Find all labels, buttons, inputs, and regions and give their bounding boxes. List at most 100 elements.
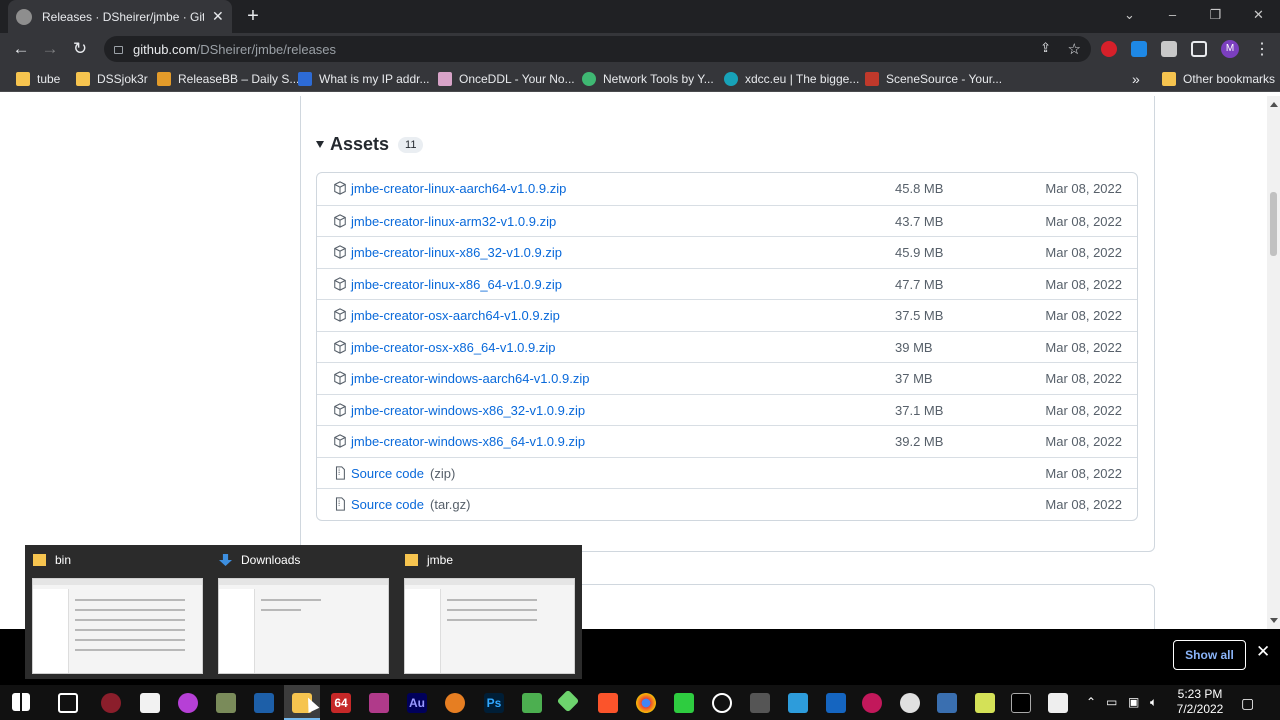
browser-tab[interactable]: Releases · DSheirer/jmbe · GitHub ✕ — [8, 0, 232, 33]
obs-icon[interactable] — [712, 693, 732, 713]
notifications-icon[interactable]: ▢ — [1241, 695, 1254, 712]
window-close-icon[interactable]: ✕ — [1237, 0, 1280, 33]
asset-date: Mar 08, 2022 — [1045, 245, 1122, 260]
package-icon — [334, 308, 346, 322]
minimize-icon[interactable]: – — [1151, 0, 1194, 33]
photoshop-icon[interactable]: Ps — [484, 693, 504, 713]
thumbnail-window[interactable]: Downloads — [211, 545, 391, 679]
assets-toggle[interactable]: Assets 11 — [316, 134, 424, 155]
bookmark-item[interactable]: SceneSource - Your... — [865, 70, 1002, 88]
app-icon[interactable] — [788, 693, 808, 713]
window-preview — [404, 578, 575, 674]
restore-icon[interactable]: ❐ — [1194, 0, 1237, 33]
powershell-icon[interactable] — [254, 693, 274, 713]
app-icon[interactable] — [937, 693, 957, 713]
app-icon[interactable] — [1048, 693, 1068, 713]
extensions-puzzle-icon[interactable] — [1161, 41, 1177, 57]
app-icon[interactable] — [140, 693, 160, 713]
asset-link[interactable]: jmbe-creator-windows-x86_32-v1.0.9.zip — [351, 403, 591, 418]
terminal-icon[interactable] — [1011, 693, 1031, 713]
releasebb-icon — [157, 72, 171, 86]
app-icon[interactable] — [445, 693, 465, 713]
show-all-button[interactable]: Show all — [1173, 640, 1246, 670]
thumbnail-title: jmbe — [427, 553, 454, 567]
url-text[interactable]: github.com/DSheirer/jmbe/releases — [133, 42, 336, 57]
task-view-icon[interactable] — [58, 693, 78, 713]
bookmark-item[interactable]: DSSjok3r — [76, 70, 148, 88]
address-bar[interactable]: github.com/DSheirer/jmbe/releases ⇪ ☆ — [104, 36, 1091, 62]
more-bookmarks-icon[interactable]: » — [1132, 70, 1140, 88]
scroll-up-arrow-icon[interactable] — [1270, 102, 1278, 107]
file-zip-icon — [335, 465, 345, 480]
menu-dots-icon[interactable]: ⋮ — [1254, 39, 1270, 59]
package-icon — [334, 245, 346, 259]
chrome-icon[interactable] — [636, 693, 656, 713]
scrollbar-thumb[interactable] — [1270, 192, 1277, 256]
bookmark-item[interactable]: xdcc.eu | The bigge... — [724, 70, 859, 88]
brave-icon[interactable] — [598, 693, 618, 713]
app-icon[interactable] — [900, 693, 920, 713]
tab-close-icon[interactable]: ✕ — [212, 8, 224, 25]
asset-size: 45.8 MB — [895, 181, 944, 196]
asset-size: 47.7 MB — [895, 276, 944, 292]
asset-link[interactable]: jmbe-creator-linux-x86_64-v1.0.9.zip — [351, 277, 568, 292]
thumbnail-window[interactable]: jmbe — [397, 545, 577, 679]
forward-arrow-icon[interactable]: → — [40, 39, 60, 59]
asset-link[interactable]: Source code (zip) — [351, 466, 455, 481]
share-icon[interactable]: ⇪ — [1040, 40, 1051, 56]
asset-date: Mar 08, 2022 — [1045, 371, 1122, 386]
app-icon[interactable] — [216, 693, 236, 713]
app-icon[interactable] — [674, 693, 694, 713]
bookmark-star-icon[interactable]: ☆ — [1068, 40, 1081, 58]
system-clock[interactable]: 5:23 PM 7/2/2022 — [1172, 687, 1228, 717]
app-icon[interactable] — [862, 693, 882, 713]
folder-icon — [33, 554, 46, 566]
bookmark-item[interactable]: tube — [16, 70, 60, 88]
volume-icon[interactable]: 🔈︎ — [1150, 695, 1157, 710]
asset-date: Mar 08, 2022 — [1045, 465, 1122, 481]
bookmark-item[interactable]: Network Tools by Y... — [582, 70, 714, 88]
tray-chevron-icon[interactable]: ⌃ — [1086, 695, 1096, 709]
help-icon[interactable] — [178, 693, 198, 713]
extension-s-icon[interactable] — [1131, 41, 1147, 57]
asset-link[interactable]: jmbe-creator-osx-aarch64-v1.0.9.zip — [351, 308, 566, 323]
asset-link[interactable]: Source code (tar.gz) — [351, 497, 470, 512]
assets-title: Assets — [330, 134, 390, 154]
asset-link[interactable]: jmbe-creator-windows-x86_64-v1.0.9.zip — [351, 434, 591, 449]
app-icon[interactable] — [975, 693, 995, 713]
app-64-icon[interactable]: 64 — [331, 693, 351, 713]
audition-icon[interactable]: Au — [407, 693, 427, 713]
network-tray-icon[interactable]: ▭ — [1106, 695, 1117, 709]
back-arrow-icon[interactable]: ← — [11, 39, 31, 59]
extension-red-icon[interactable] — [1101, 41, 1117, 57]
thumbnail-window[interactable]: bin — [25, 545, 205, 679]
package-icon — [334, 213, 346, 228]
thumbnail-title: Downloads — [241, 553, 301, 567]
app-icon[interactable] — [369, 693, 389, 713]
asset-link[interactable]: jmbe-creator-linux-arm32-v1.0.9.zip — [351, 214, 562, 229]
asset-link[interactable]: jmbe-creator-linux-x86_32-v1.0.9.zip — [351, 245, 568, 260]
asset-date: Mar 08, 2022 — [1045, 308, 1122, 323]
bookmark-item[interactable]: What is my IP addr... — [298, 70, 429, 88]
asset-link[interactable]: jmbe-creator-linux-aarch64-v1.0.9.zip — [351, 181, 572, 196]
app-icon[interactable] — [522, 693, 542, 713]
app-icon[interactable] — [826, 693, 846, 713]
asset-link[interactable]: jmbe-creator-windows-aarch64-v1.0.9.zip — [351, 371, 595, 386]
other-bookmarks[interactable]: Other bookmarks — [1162, 70, 1275, 88]
new-tab-button[interactable]: + — [242, 5, 264, 27]
page-scrollbar[interactable] — [1267, 96, 1280, 629]
app-icon[interactable] — [750, 693, 770, 713]
windows-start-icon[interactable] — [12, 693, 30, 711]
bookmark-item[interactable]: ReleaseBB – Daily S... — [157, 70, 299, 88]
bookmark-item[interactable]: OnceDDL - Your No... — [438, 70, 575, 88]
sidepanel-icon[interactable] — [1191, 41, 1207, 57]
asset-link[interactable]: jmbe-creator-osx-x86_64-v1.0.9.zip — [351, 340, 561, 355]
scroll-down-arrow-icon[interactable] — [1270, 618, 1278, 623]
reload-icon[interactable]: ↻ — [70, 39, 90, 59]
shelf-close-icon[interactable]: ✕ — [1256, 642, 1270, 662]
profile-avatar[interactable]: M — [1221, 40, 1239, 58]
app-icon[interactable] — [101, 693, 121, 713]
tab-search-icon[interactable]: ⌄ — [1108, 0, 1151, 33]
display-tray-icon[interactable]: ▣ — [1128, 695, 1139, 709]
app-icon[interactable] — [556, 689, 580, 713]
